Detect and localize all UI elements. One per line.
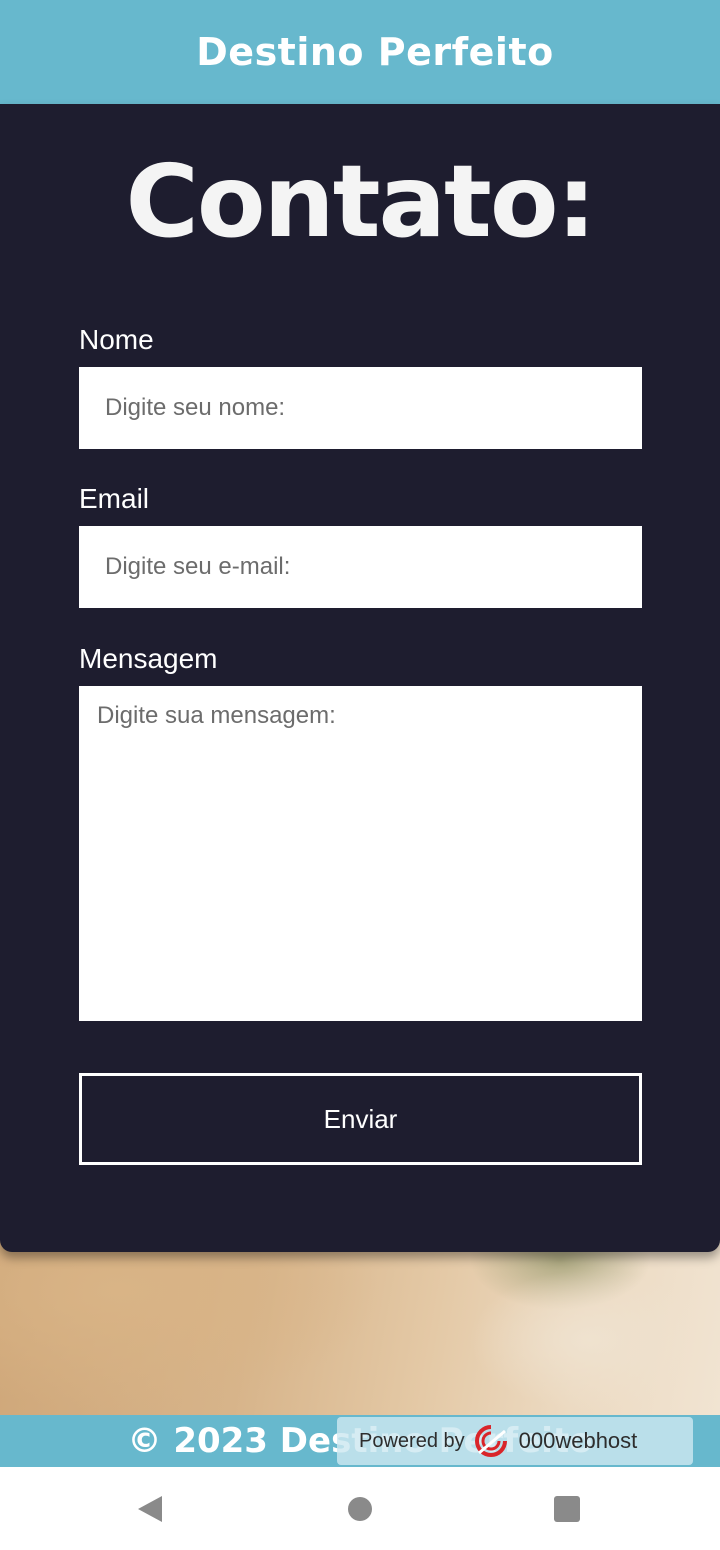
powered-by-badge[interactable]: Powered by 000webhost [337, 1417, 693, 1465]
site-header: Destino Perfeito [0, 0, 720, 104]
contact-card: Contato: Nome Email Mensagem Enviar [0, 104, 720, 1252]
powered-by-text: Powered by [359, 1429, 465, 1452]
home-nav-icon[interactable] [340, 1489, 380, 1529]
site-title: Destino Perfeito [196, 30, 554, 74]
webhost-name: 000webhost [518, 1428, 638, 1453]
email-label: Email [79, 483, 150, 514]
name-label: Nome [79, 324, 154, 355]
back-nav-icon[interactable] [130, 1489, 170, 1529]
beach-background-image [0, 1230, 720, 1418]
message-textarea[interactable] [79, 686, 642, 1021]
contact-heading: Contato: [125, 143, 596, 260]
android-navigation-bar [0, 1467, 720, 1550]
name-input[interactable] [79, 367, 642, 449]
webhost-logo-icon [471, 1423, 511, 1459]
submit-button[interactable]: Enviar [79, 1073, 642, 1165]
message-label: Mensagem [79, 643, 218, 674]
recents-nav-icon[interactable] [547, 1489, 587, 1529]
email-input[interactable] [79, 526, 642, 608]
